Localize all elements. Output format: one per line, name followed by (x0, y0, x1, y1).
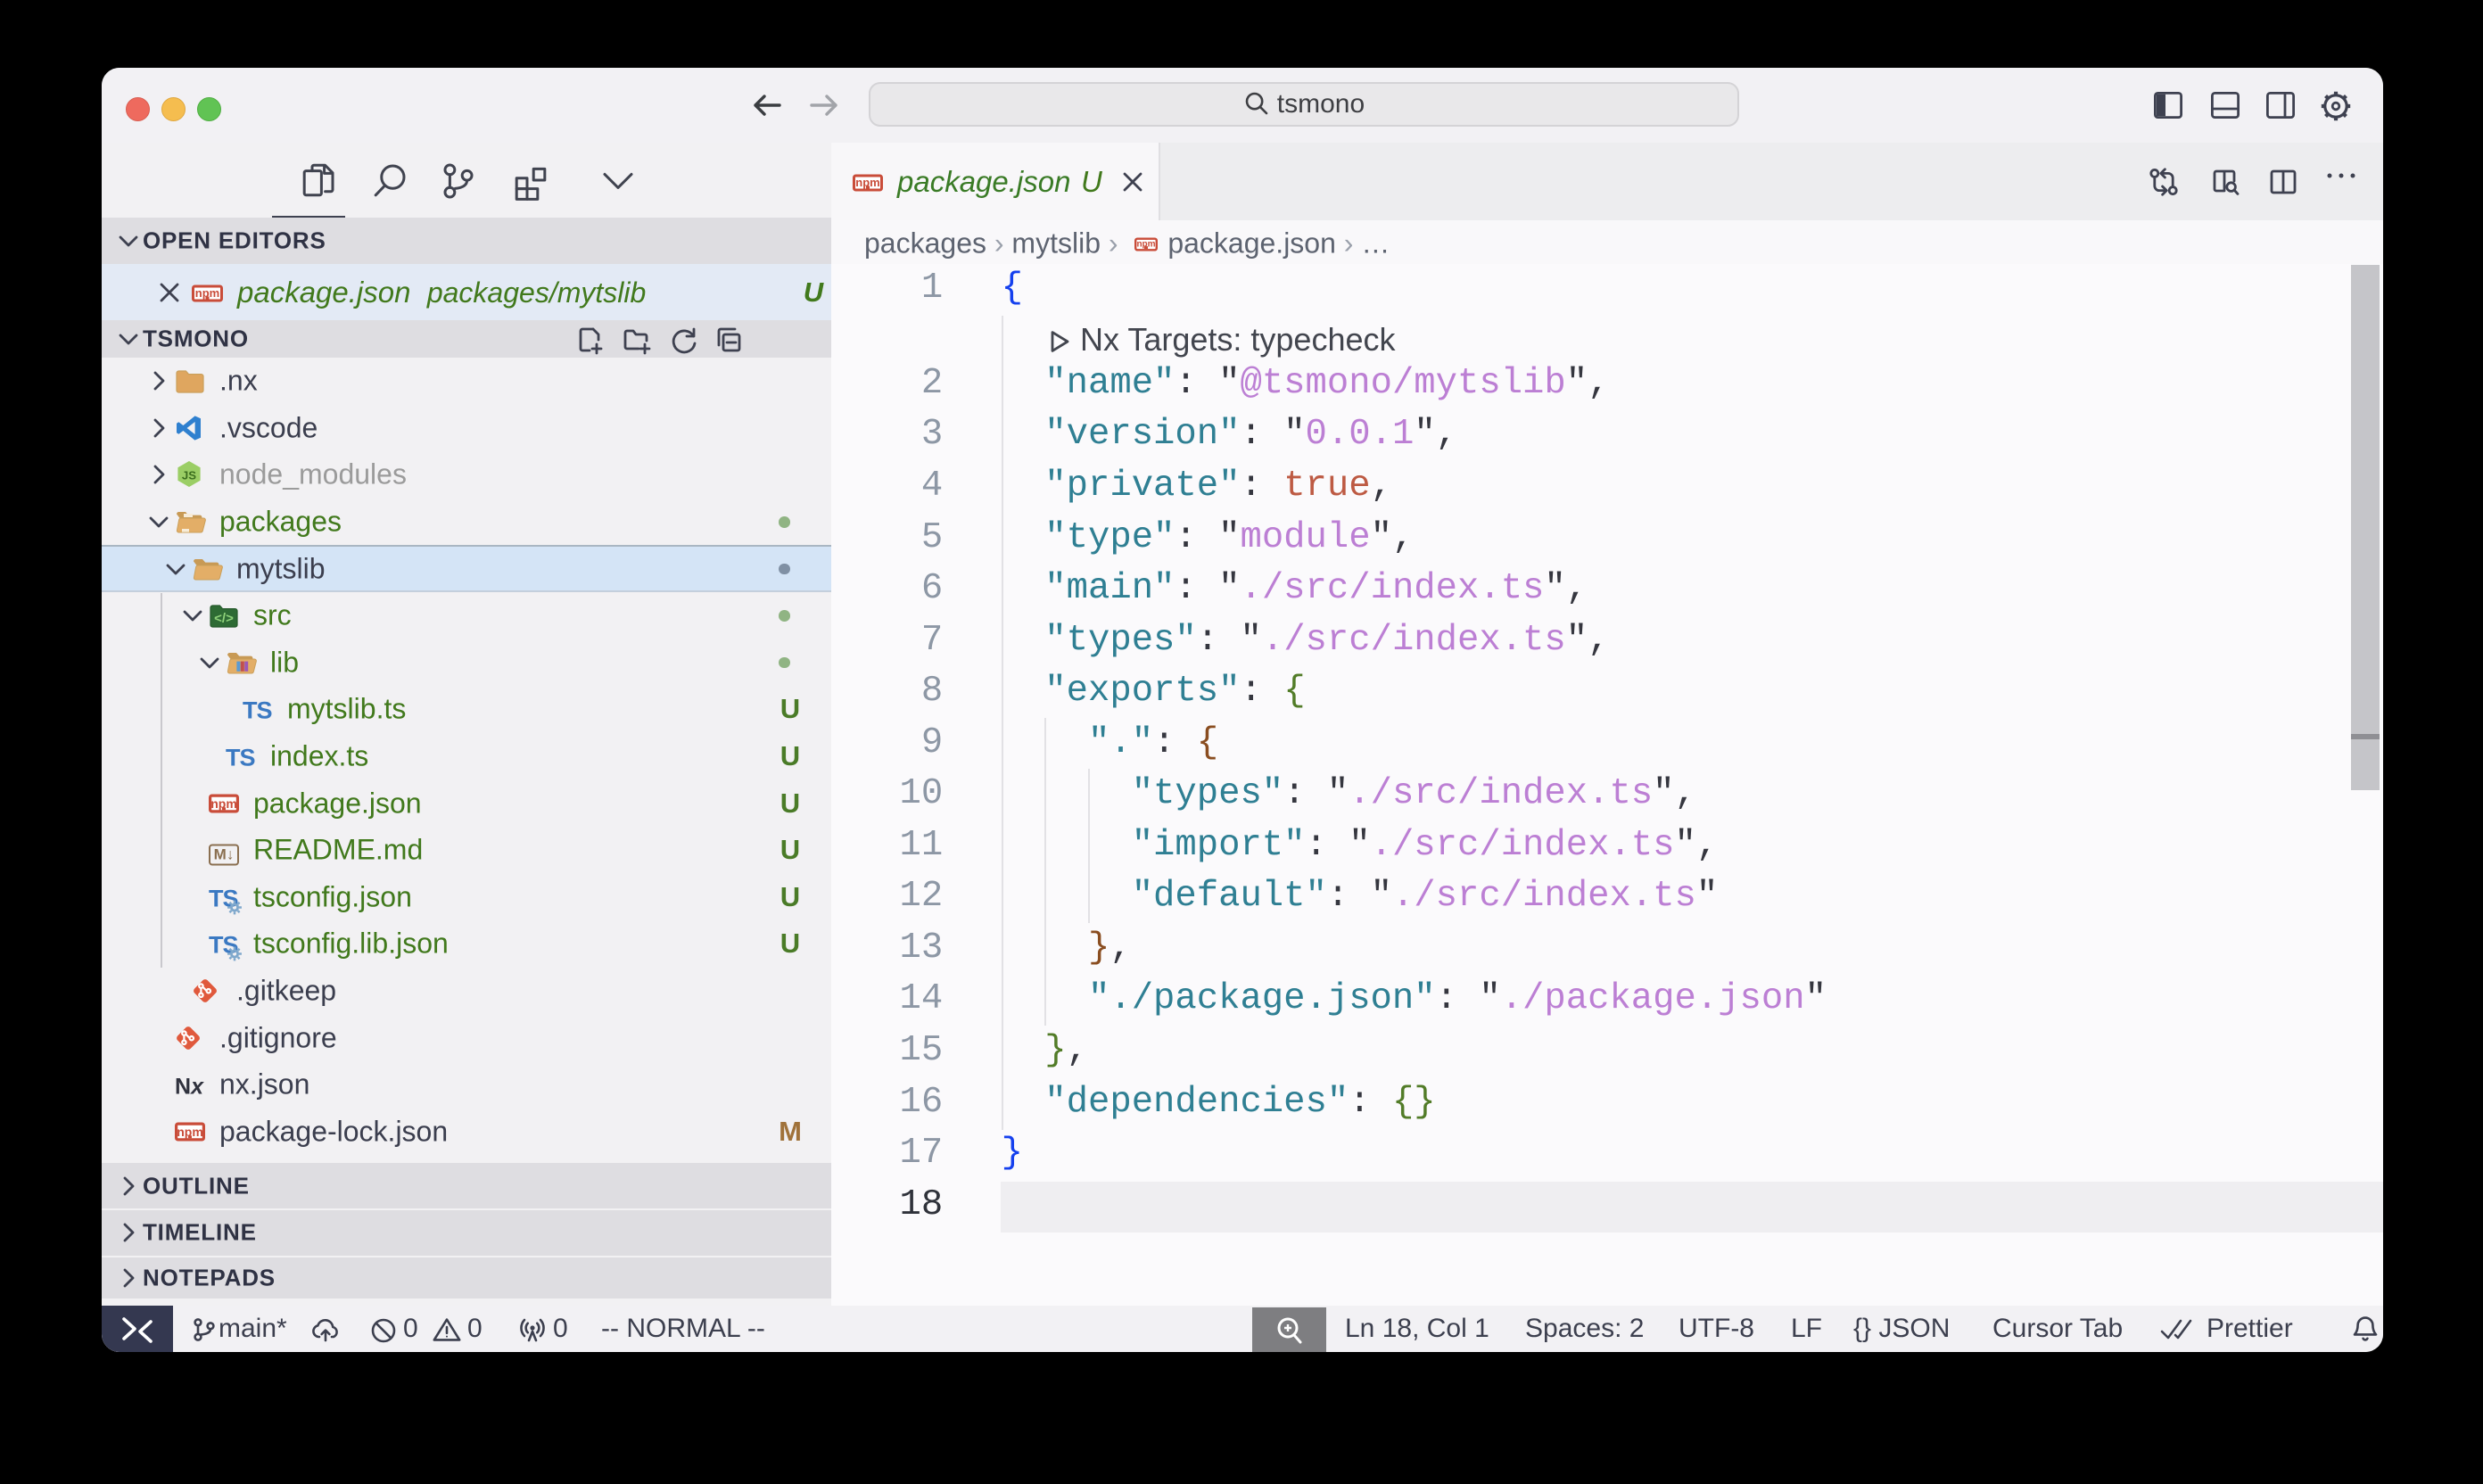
svg-text:JS: JS (182, 469, 196, 482)
svg-text:</>: </> (214, 611, 234, 626)
